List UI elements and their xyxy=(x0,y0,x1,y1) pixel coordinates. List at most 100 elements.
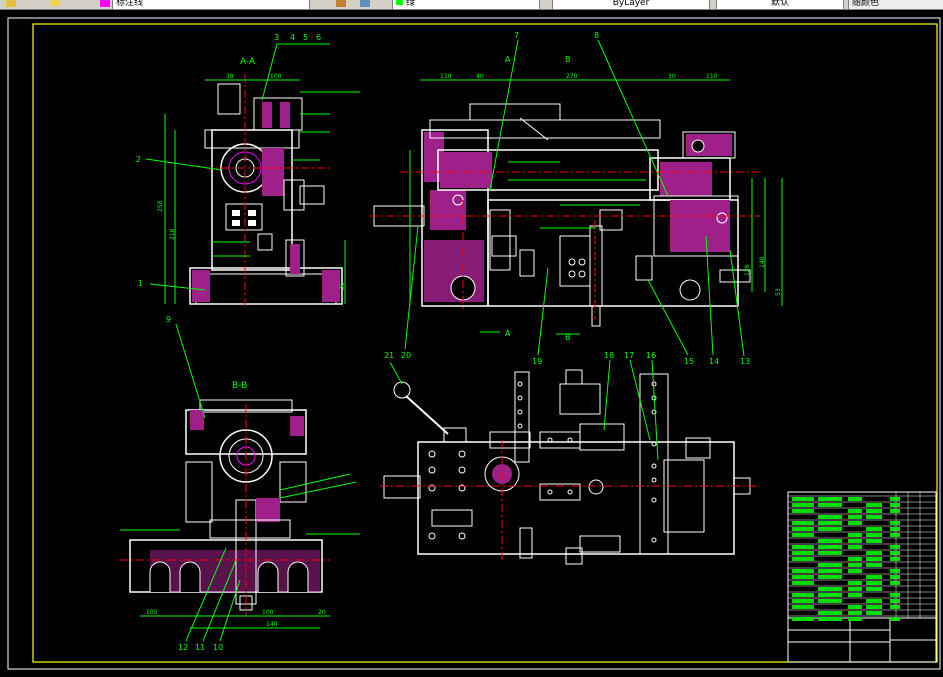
plotstyle-dropdown[interactable]: 随颜色 xyxy=(848,0,943,9)
callout-5: 5 xyxy=(303,33,308,42)
title-block-cell xyxy=(818,587,842,591)
title-block-cell xyxy=(818,551,842,555)
title-block-cell xyxy=(818,521,842,525)
dim-bb-a: 105 xyxy=(146,609,158,616)
section-mark-a-bottom: A xyxy=(505,329,511,338)
title-block-cell xyxy=(890,533,900,537)
light-bulb-icon[interactable] xyxy=(50,0,60,7)
callout-20: 20 xyxy=(401,351,411,360)
layer-previous-icon[interactable] xyxy=(360,0,370,7)
dim-main-b: 40 xyxy=(476,73,484,80)
layer-dropdown[interactable]: 标注线 xyxy=(112,0,310,9)
title-block-cell xyxy=(866,599,882,603)
title-block-cell xyxy=(866,509,882,513)
title-block-cell xyxy=(890,527,900,531)
title-block-cell xyxy=(818,563,842,567)
title-block-cell xyxy=(890,557,900,561)
title-block-cell xyxy=(890,551,900,555)
title-block-cell xyxy=(792,593,814,597)
title-block-cell xyxy=(890,593,900,597)
title-block-cell xyxy=(792,557,814,561)
title-block-cell xyxy=(890,509,900,513)
section-mark-b-bottom: B xyxy=(565,333,571,342)
title-block-cell xyxy=(848,593,862,597)
title-block-cell xyxy=(792,569,814,573)
dim-bb-c: 20 xyxy=(318,609,326,616)
dim-main-g: 148 xyxy=(759,256,766,268)
title-block-cell xyxy=(848,611,862,615)
lineweight-dropdown[interactable]: 默认 xyxy=(716,0,844,9)
title-block-cell xyxy=(848,521,862,525)
dim-bb-b: 100 xyxy=(262,609,274,616)
dim-aa-side: 218 xyxy=(169,228,176,240)
title-block-cell xyxy=(848,581,862,585)
title-block-cell xyxy=(890,497,900,501)
view-title-bb: B-B xyxy=(232,381,247,391)
title-block-cell xyxy=(818,515,842,519)
title-block-cell xyxy=(890,575,900,579)
dim-main-c: 270 xyxy=(566,73,578,80)
title-block-cell xyxy=(792,503,814,507)
color-dropdown[interactable]: 绿 xyxy=(392,0,540,9)
title-block-cell xyxy=(818,527,842,531)
callout-6: 6 xyxy=(316,33,321,42)
title-block-cell xyxy=(792,497,814,501)
callout-8: 8 xyxy=(594,31,599,40)
dim-main-e: 110 xyxy=(706,73,718,80)
dim-aa-top-a: 38 xyxy=(226,73,234,80)
title-block-cell xyxy=(866,575,882,579)
callout-17: 17 xyxy=(624,351,634,360)
callout-10: 10 xyxy=(213,643,223,652)
callout-19: 19 xyxy=(532,357,542,366)
title-block-cell xyxy=(848,533,862,537)
title-block-cell xyxy=(890,599,900,603)
title-block-cell xyxy=(866,527,882,531)
title-block-cell xyxy=(848,605,862,609)
title-block-cell xyxy=(848,617,862,621)
title-block-cell xyxy=(818,497,842,501)
title-block-cell xyxy=(866,551,882,555)
title-block-cell xyxy=(792,581,814,585)
title-block-cell xyxy=(866,533,882,537)
callout-7: 7 xyxy=(514,31,519,40)
title-block-cell xyxy=(818,611,842,615)
dim-aa-side2: 258 xyxy=(157,200,164,212)
title-block-cell xyxy=(818,593,842,597)
title-block-cell xyxy=(818,545,842,549)
dim-main-d: 30 xyxy=(668,73,676,80)
callout-13: 13 xyxy=(740,357,750,366)
layer-state-icon[interactable] xyxy=(6,0,16,7)
title-block-cell xyxy=(818,575,842,579)
title-block-cell xyxy=(866,581,882,585)
title-block-cell xyxy=(890,569,900,573)
dim-main-f: 126 xyxy=(744,264,751,276)
title-block-cell xyxy=(866,557,882,561)
title-block-cell xyxy=(866,611,882,615)
section-mark-b-top: B xyxy=(565,55,571,64)
title-block-cell xyxy=(792,617,814,621)
title-block-cell xyxy=(866,539,882,543)
title-block-cell xyxy=(848,587,862,591)
title-block-cell xyxy=(848,539,862,543)
callout-15: 15 xyxy=(684,357,694,366)
title-block-cell xyxy=(890,605,900,609)
callout-21: 21 xyxy=(384,351,394,360)
title-block-cell xyxy=(848,557,862,561)
title-block-cell xyxy=(866,563,882,567)
callout-14: 14 xyxy=(709,357,719,366)
title-block-cell xyxy=(792,605,814,609)
drawing-canvas[interactable]: A-A 38 100 258 218 36 1 2 3 4 5 6 110 40… xyxy=(0,10,943,673)
title-block-cell xyxy=(866,515,882,519)
title-block-cell xyxy=(890,617,900,621)
callout-4: 4 xyxy=(290,33,295,42)
make-current-icon[interactable] xyxy=(336,0,346,7)
properties-toolbar: 标注线 绿 ByLayer 默认 随颜色 xyxy=(0,0,943,10)
callout-9: 9 xyxy=(166,315,171,324)
title-block-cell xyxy=(890,581,900,585)
layer-color-swatch-icon xyxy=(100,0,110,7)
title-block-cell xyxy=(818,503,842,507)
dim-aa-bot: 36 xyxy=(339,282,346,290)
title-block-cell xyxy=(866,587,882,591)
linetype-dropdown[interactable]: ByLayer xyxy=(552,0,710,9)
section-mark-a-top: A xyxy=(505,55,511,64)
